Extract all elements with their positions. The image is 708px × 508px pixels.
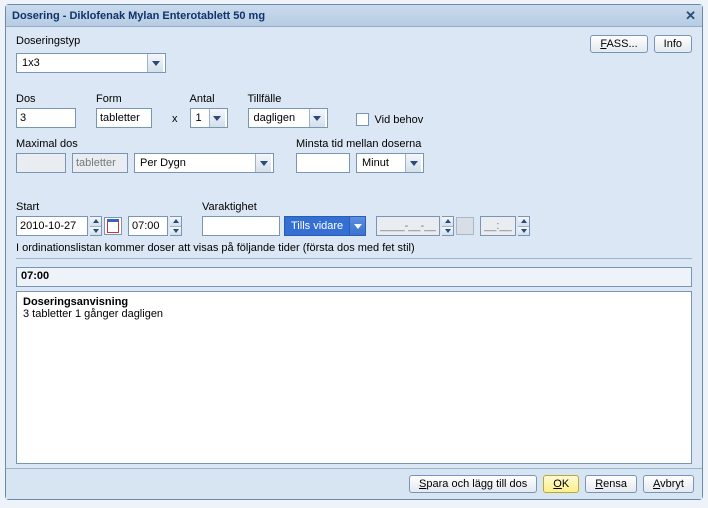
minsta-label: Minsta tid mellan doserna [296, 138, 424, 150]
maxdos-form [72, 153, 128, 173]
tillfalle-select[interactable]: dagligen [248, 108, 328, 128]
close-icon[interactable]: ✕ [685, 8, 696, 24]
doseringstyp-label: Doseringstyp [16, 35, 584, 47]
start-time-spinner[interactable] [170, 216, 182, 236]
maxdos-per-select[interactable]: Per Dygn [134, 153, 274, 173]
varaktighet-input[interactable] [202, 216, 280, 236]
ok-button[interactable]: OK [543, 475, 579, 493]
dos-input[interactable] [16, 108, 76, 128]
vidbehov-checkbox[interactable] [356, 113, 369, 126]
chevron-down-icon[interactable] [209, 109, 225, 127]
fass-button[interactable]: FASS... [590, 35, 647, 53]
end-time-input [480, 216, 516, 236]
rensa-button[interactable]: Rensa [585, 475, 637, 493]
chevron-down-icon[interactable] [309, 109, 325, 127]
start-date-spinner[interactable] [90, 216, 102, 236]
maxdos-input [16, 153, 66, 173]
form-label: Form [96, 93, 152, 105]
end-date-spinner [442, 216, 454, 236]
calendar-icon[interactable] [104, 217, 122, 235]
start-label: Start [16, 201, 182, 213]
spara-button[interactable]: Spara och lägg till dos [409, 475, 537, 493]
varaktighet-label: Varaktighet [202, 201, 530, 213]
anvisning-heading: Doseringsanvisning [23, 296, 685, 308]
times-note: I ordinationslistan kommer doser att vis… [16, 242, 692, 254]
start-time-input[interactable] [128, 216, 168, 236]
anvisning-box: Doseringsanvisning 3 tabletter 1 gånger … [16, 291, 692, 464]
minsta-unit-select[interactable]: Minut [356, 153, 424, 173]
avbryt-button[interactable]: Avbryt [643, 475, 694, 493]
start-date-input[interactable] [16, 216, 88, 236]
maxdos-label: Maximal dos [16, 138, 274, 150]
minsta-input[interactable] [296, 153, 350, 173]
divider [16, 258, 692, 259]
dosing-dialog: Dosering - Diklofenak Mylan Enterotablet… [5, 4, 703, 500]
info-button[interactable]: Info [654, 35, 692, 53]
chevron-down-icon[interactable] [405, 154, 421, 172]
vidbehov-label: Vid behov [375, 114, 424, 126]
dialog-content: Doseringstyp 1x3 FASS... Info Dos Form x… [6, 27, 702, 468]
antal-label: Antal [190, 93, 228, 105]
dialog-title: Dosering - Diklofenak Mylan Enterotablet… [12, 10, 265, 22]
varaktighet-mode-select[interactable]: Tills vidare [284, 216, 366, 236]
dialog-footer: Spara och lägg till dos OK Rensa Avbryt [6, 468, 702, 499]
chevron-down-icon[interactable] [147, 54, 163, 72]
dos-label: Dos [16, 93, 76, 105]
doseringstyp-select[interactable]: 1x3 [16, 53, 166, 73]
chevron-down-icon[interactable] [349, 217, 365, 235]
calendar-icon-disabled [456, 217, 474, 235]
end-time-spinner [518, 216, 530, 236]
times-box: 07:00 [16, 267, 692, 287]
multiply-sign: x [172, 113, 178, 125]
antal-select[interactable]: 1 [190, 108, 228, 128]
chevron-down-icon[interactable] [255, 154, 271, 172]
anvisning-text: 3 tabletter 1 gånger dagligen [23, 308, 685, 320]
tillfalle-label: Tillfälle [248, 93, 328, 105]
title-bar: Dosering - Diklofenak Mylan Enterotablet… [6, 5, 702, 27]
form-input[interactable] [96, 108, 152, 128]
end-date-input [376, 216, 440, 236]
